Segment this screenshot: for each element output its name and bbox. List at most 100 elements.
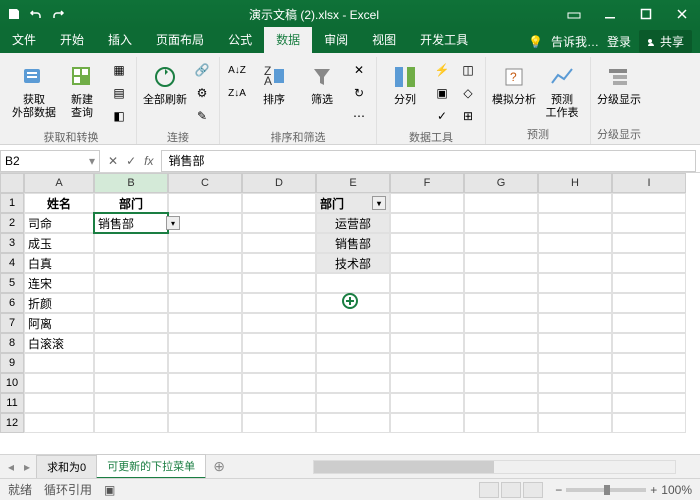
cell[interactable] <box>612 333 686 353</box>
cell[interactable] <box>612 373 686 393</box>
cell[interactable] <box>242 253 316 273</box>
filter-button[interactable]: 筛选 <box>300 59 344 109</box>
horizontal-scrollbar[interactable] <box>313 460 676 474</box>
cell[interactable] <box>538 373 612 393</box>
cell[interactable] <box>464 233 538 253</box>
cell[interactable] <box>464 273 538 293</box>
new-query-button[interactable]: 新建 查询 <box>60 59 104 122</box>
cell[interactable]: 销售部 <box>316 233 390 253</box>
cell[interactable] <box>464 293 538 313</box>
cell[interactable] <box>316 373 390 393</box>
properties-icon[interactable]: ⚙ <box>191 82 213 104</box>
cell[interactable] <box>538 333 612 353</box>
sheet-nav-prev-icon[interactable]: ◂ <box>4 460 18 474</box>
cell[interactable] <box>242 393 316 413</box>
cell[interactable] <box>242 273 316 293</box>
advanced-icon[interactable]: ⋯ <box>348 105 370 127</box>
record-macro-icon[interactable]: ▣ <box>104 483 115 497</box>
row-header[interactable]: 2 <box>0 213 24 233</box>
reapply-icon[interactable]: ↻ <box>348 82 370 104</box>
sort-button[interactable]: ZA排序 <box>252 59 296 109</box>
cell[interactable] <box>390 293 464 313</box>
cell[interactable] <box>242 193 316 213</box>
cell[interactable] <box>242 213 316 233</box>
tab-developer[interactable]: 开发工具 <box>408 27 480 53</box>
minimize-icon[interactable] <box>598 4 622 24</box>
cell[interactable] <box>612 253 686 273</box>
cell[interactable]: 连宋 <box>24 273 94 293</box>
cell[interactable] <box>316 353 390 373</box>
cell[interactable] <box>242 313 316 333</box>
worksheet[interactable]: ABCDEFGHI1姓名部门部门▾2司命销售部▾运营部3成玉销售部4白真技术部5… <box>0 173 700 454</box>
cell[interactable] <box>538 293 612 313</box>
cancel-formula-icon[interactable]: ✕ <box>108 154 118 168</box>
row-header[interactable]: 4 <box>0 253 24 273</box>
cell[interactable] <box>538 273 612 293</box>
row-header[interactable]: 1 <box>0 193 24 213</box>
cell[interactable] <box>538 193 612 213</box>
cell[interactable] <box>24 373 94 393</box>
consolidate-icon[interactable]: ◫ <box>457 59 479 81</box>
cell[interactable] <box>168 393 242 413</box>
cell[interactable] <box>242 233 316 253</box>
cell[interactable] <box>316 313 390 333</box>
cell[interactable] <box>464 413 538 433</box>
ribbon-options-icon[interactable] <box>562 4 586 24</box>
row-header[interactable]: 10 <box>0 373 24 393</box>
cell[interactable] <box>242 333 316 353</box>
what-if-button[interactable]: ?模拟分析 <box>492 59 536 109</box>
tab-file[interactable]: 文件 <box>0 27 48 53</box>
outline-button[interactable]: 分级显示 <box>597 59 641 109</box>
cell[interactable]: 运营部 <box>316 213 390 233</box>
row-header[interactable]: 9 <box>0 353 24 373</box>
col-header[interactable]: E <box>316 173 390 193</box>
cell[interactable] <box>242 413 316 433</box>
cell[interactable]: 成玉 <box>24 233 94 253</box>
cell[interactable] <box>390 313 464 333</box>
cell[interactable] <box>464 353 538 373</box>
tab-home[interactable]: 开始 <box>48 27 96 53</box>
cell[interactable] <box>168 313 242 333</box>
cell[interactable] <box>390 253 464 273</box>
sort-desc-icon[interactable]: Z↓A <box>226 82 248 104</box>
cell[interactable]: 部门 <box>94 193 168 213</box>
relationships-icon[interactable]: ◇ <box>457 82 479 104</box>
from-table-icon[interactable]: ▤ <box>108 82 130 104</box>
cell[interactable] <box>390 193 464 213</box>
clear-filter-icon[interactable]: ✕ <box>348 59 370 81</box>
tab-view[interactable]: 视图 <box>360 27 408 53</box>
cell[interactable] <box>464 193 538 213</box>
cell[interactable] <box>168 233 242 253</box>
cell[interactable] <box>390 393 464 413</box>
cell[interactable] <box>168 353 242 373</box>
remove-dup-icon[interactable]: ▣ <box>431 82 453 104</box>
sheet-nav-next-icon[interactable]: ▸ <box>18 460 36 474</box>
cell[interactable] <box>612 293 686 313</box>
cell[interactable] <box>168 413 242 433</box>
col-header[interactable]: G <box>464 173 538 193</box>
tab-layout[interactable]: 页面布局 <box>144 27 216 53</box>
col-header[interactable]: D <box>242 173 316 193</box>
save-icon[interactable] <box>6 6 22 22</box>
cell[interactable] <box>94 293 168 313</box>
filter-dropdown-icon[interactable]: ▾ <box>372 196 386 210</box>
cell[interactable]: 姓名 <box>24 193 94 213</box>
cell[interactable] <box>612 393 686 413</box>
validation-dropdown-icon[interactable]: ▾ <box>166 216 180 230</box>
cell[interactable] <box>538 413 612 433</box>
cell[interactable] <box>24 393 94 413</box>
cell[interactable]: 部门▾ <box>316 193 390 213</box>
cell[interactable] <box>538 393 612 413</box>
zoom-level[interactable]: 100% <box>661 483 692 497</box>
col-header[interactable]: A <box>24 173 94 193</box>
cell[interactable] <box>168 253 242 273</box>
cell[interactable] <box>612 273 686 293</box>
row-header[interactable]: 5 <box>0 273 24 293</box>
cell[interactable] <box>168 333 242 353</box>
cell[interactable] <box>464 213 538 233</box>
row-header[interactable]: 3 <box>0 233 24 253</box>
cell[interactable] <box>464 313 538 333</box>
row-header[interactable]: 6 <box>0 293 24 313</box>
name-box[interactable]: B2▾ <box>0 150 100 172</box>
cell[interactable] <box>612 313 686 333</box>
